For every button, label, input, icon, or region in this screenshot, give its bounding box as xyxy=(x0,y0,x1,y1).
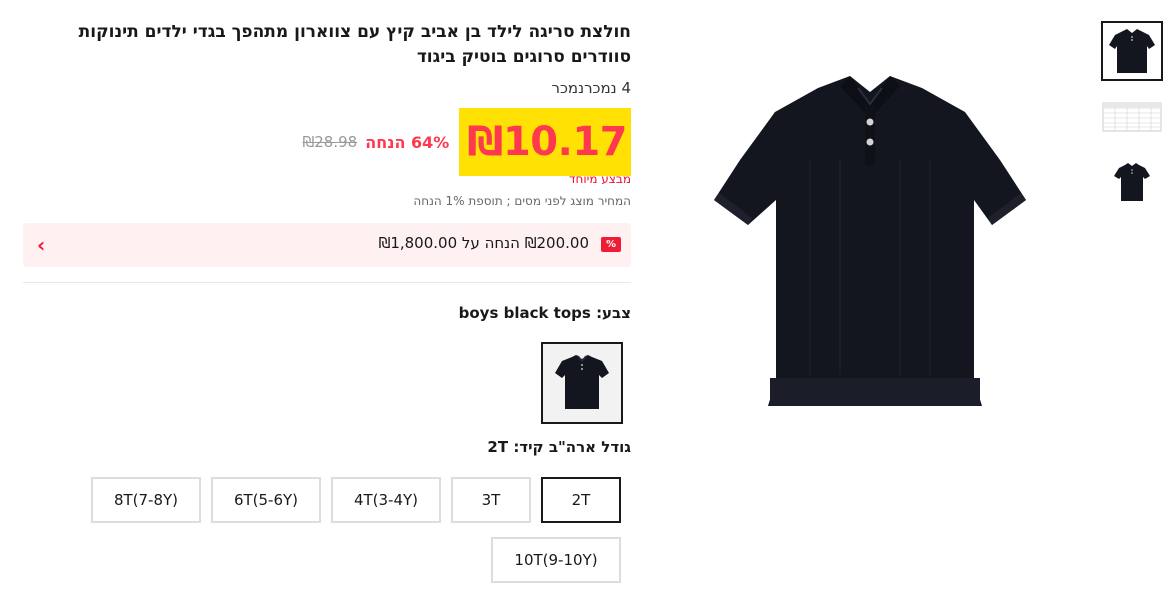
shirt-thumbnail-small-image xyxy=(1114,163,1150,201)
size-label-text: גודל ארה"ב קיד: xyxy=(513,438,631,456)
sold-count: 4 נמכרנמכר xyxy=(551,79,631,97)
color-label: צבע: boys black tops xyxy=(459,304,631,322)
size-option-2t[interactable]: 2T xyxy=(541,477,621,523)
size-chart-thumbnail-image xyxy=(1102,102,1162,132)
size-option-4t[interactable]: 4T(3-4Y) xyxy=(331,477,441,523)
color-value: boys black tops xyxy=(458,304,591,322)
size-label: גודל ארה"ב קיד: 2T xyxy=(487,438,631,456)
main-product-image[interactable] xyxy=(700,50,1040,430)
tax-note: המחיר מוצג לפני מסים ; תוספת 1% הנחה xyxy=(413,194,631,208)
price-row: ₪10.17 64% הנחה ₪28.98 xyxy=(302,108,631,176)
shirt-swatch-image xyxy=(555,355,609,409)
size-option-6t[interactable]: 6T(5-6Y) xyxy=(211,477,321,523)
polo-shirt-image xyxy=(714,76,1026,406)
discount-badge: 64% הנחה xyxy=(365,132,450,152)
color-swatch-boys-black-tops[interactable] xyxy=(541,342,623,424)
size-value: 2T xyxy=(487,438,509,456)
chevron-left-icon[interactable]: › xyxy=(37,233,45,257)
coupon-text: ₪200.00 הנחה על ₪1,800.00 xyxy=(378,234,589,252)
current-price: ₪10.17 xyxy=(459,108,631,176)
coupon-banner[interactable]: % ₪200.00 הנחה על ₪1,800.00 › xyxy=(23,223,631,267)
original-price: ₪28.98 xyxy=(302,133,358,151)
size-option-3t[interactable]: 3T xyxy=(451,477,531,523)
special-offer-label: מבצע מיוחד xyxy=(568,172,631,186)
shirt-thumbnail-image xyxy=(1109,29,1155,73)
thumbnail-2-size-chart[interactable] xyxy=(1101,91,1163,151)
color-label-text: צבע: xyxy=(596,304,631,322)
divider xyxy=(23,282,631,283)
thumbnail-3[interactable] xyxy=(1101,153,1163,213)
size-option-8t[interactable]: 8T(7-8Y) xyxy=(91,477,201,523)
thumbnail-1[interactable] xyxy=(1101,21,1163,81)
product-title: חולצת סריגה לילד בן אביב קיץ עם צווארון … xyxy=(78,22,631,67)
coupon-percent-icon: % xyxy=(601,237,621,252)
size-option-10t[interactable]: 10T(9-10Y) xyxy=(491,537,621,583)
